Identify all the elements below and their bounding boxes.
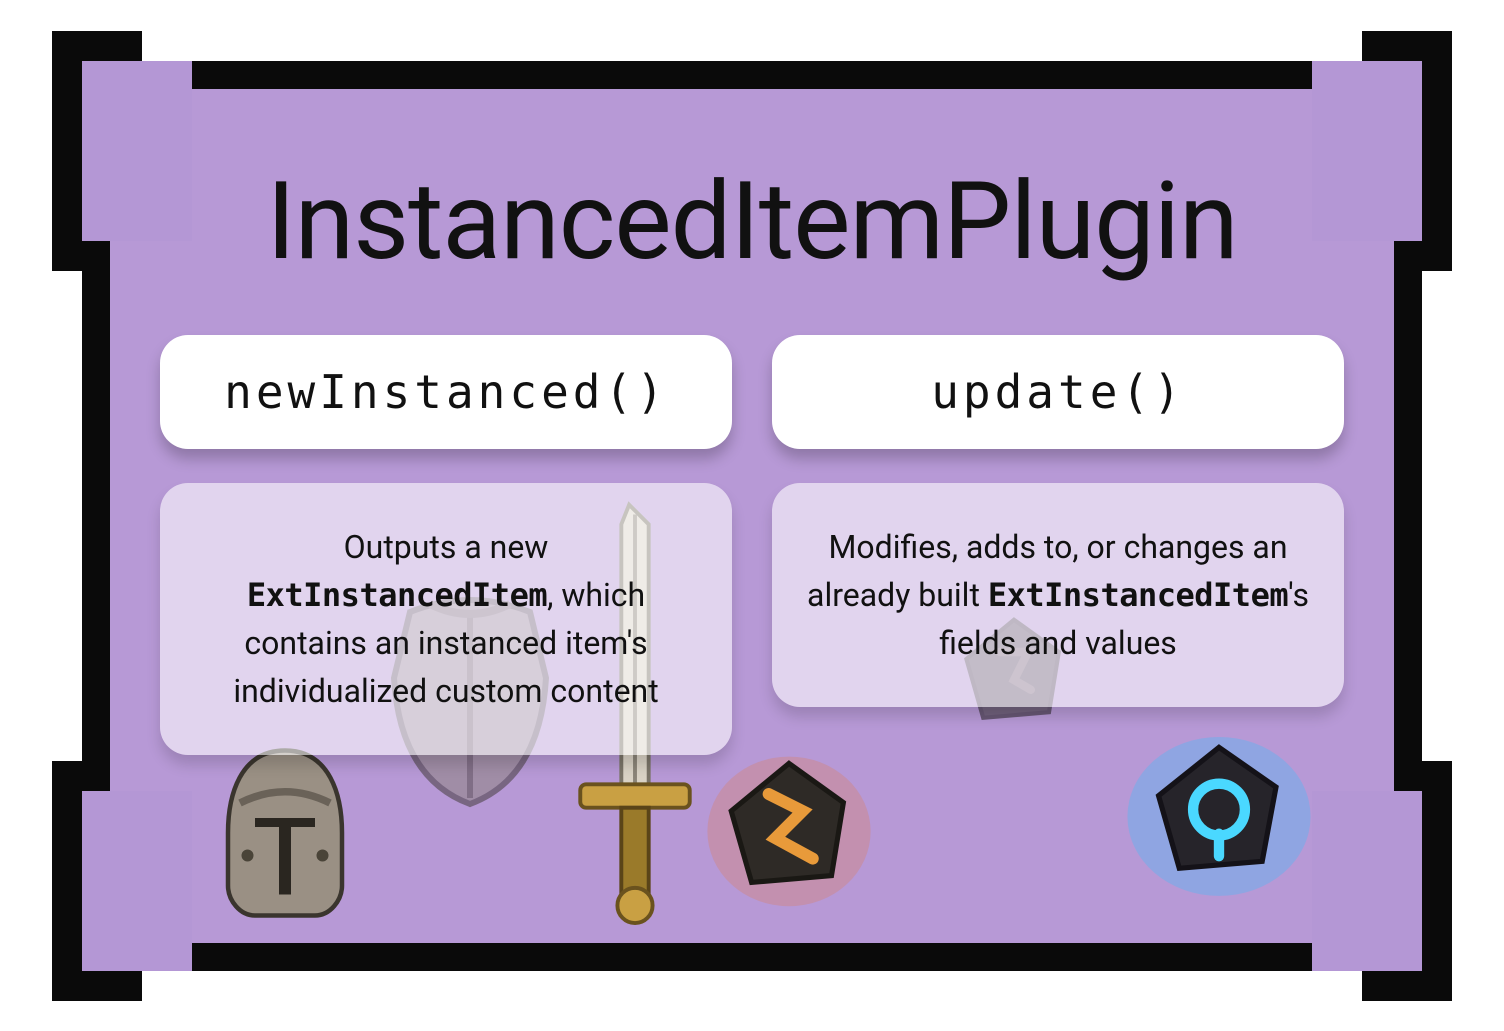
corner-bracket-bottom-right	[1312, 791, 1422, 971]
method-update-description: Modifies, adds to, or changes an already…	[772, 483, 1344, 707]
plugin-title: InstancedItemPlugin	[160, 159, 1344, 285]
methods-row: newInstanced() Outputs a new ExtInstance…	[160, 335, 1344, 755]
helmet-icon	[210, 743, 360, 923]
code-ext-instanced-item: ExtInstancedItem	[988, 576, 1288, 614]
plugin-card: InstancedItemPlugin newInstanced() Outpu…	[82, 61, 1422, 971]
method-new-instanced-description: Outputs a new ExtInstancedItem, which co…	[160, 483, 732, 755]
code-ext-instanced-item: ExtInstancedItem	[247, 576, 547, 614]
desc-text: Outputs a new	[344, 528, 549, 566]
method-new-instanced: newInstanced()	[160, 335, 732, 449]
rune-orange-icon	[704, 743, 874, 913]
method-column-right: update() Modifies, adds to, or changes a…	[772, 335, 1344, 755]
corner-bracket-bottom-left	[82, 791, 192, 971]
method-update: update()	[772, 335, 1344, 449]
method-column-left: newInstanced() Outputs a new ExtInstance…	[160, 335, 732, 755]
